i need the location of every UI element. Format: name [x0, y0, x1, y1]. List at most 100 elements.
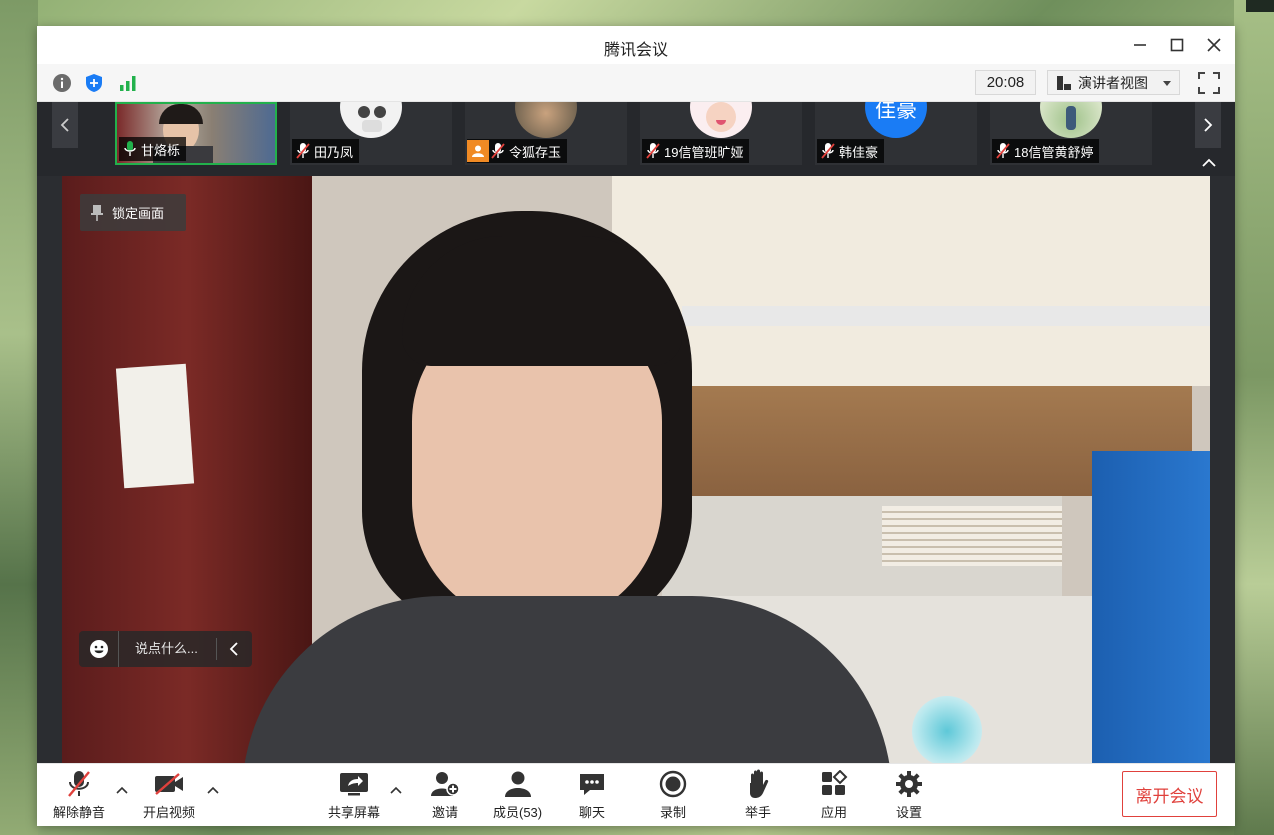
pin-icon [91, 204, 103, 221]
desktop-corner [1246, 0, 1274, 12]
view-mode-select[interactable]: 演讲者视图 [1047, 70, 1180, 95]
chevron-up-icon [207, 786, 219, 794]
camera-off-icon [151, 768, 187, 800]
desktop-background-right [1234, 0, 1274, 835]
meeting-toolbar: 20:08 演讲者视图 [37, 64, 1235, 102]
chevron-up-icon [1202, 158, 1216, 167]
quick-chat-box[interactable]: 说点什么... [79, 631, 252, 667]
video-books [882, 506, 1062, 566]
participant-tile[interactable]: 18信管黄舒婷 [990, 102, 1152, 165]
chevron-right-icon [1204, 118, 1213, 132]
speaker-video: 锁定画面 说点什么... [62, 176, 1210, 763]
record-label: 录制 [659, 805, 686, 820]
close-button[interactable] [1203, 34, 1225, 56]
audio-options-caret[interactable] [114, 782, 130, 798]
participant-tile[interactable]: 佳豪 韩佳豪 [815, 102, 977, 165]
members-button[interactable]: 成员(53) [493, 768, 542, 821]
host-badge-icon [467, 140, 489, 162]
video-bed-rail [682, 306, 1210, 326]
participant-strip: 甘烙栎 田乃凤 令狐存玉 19信管班旷娅 佳豪 韩佳豪 18信管黄舒婷 [37, 102, 1235, 176]
chat-icon [574, 768, 610, 800]
share-screen-label: 共享屏幕 [328, 805, 381, 820]
minimize-icon [1134, 44, 1146, 46]
chevron-up-icon [116, 786, 128, 794]
mic-muted-icon [821, 143, 835, 159]
minimize-button[interactable] [1129, 34, 1151, 56]
avatar [340, 102, 402, 138]
mic-muted-icon [646, 143, 660, 159]
participant-tile[interactable]: 田乃凤 [290, 102, 452, 165]
emoji-icon[interactable] [79, 631, 119, 667]
video-person-bangs [402, 236, 682, 366]
close-icon [1207, 38, 1221, 52]
shield-icon[interactable] [83, 72, 105, 94]
strip-collapse-button[interactable] [1200, 154, 1218, 172]
start-video-button[interactable]: 开启视频 [143, 768, 195, 821]
main-stage: 锁定画面 说点什么... [37, 176, 1235, 763]
chat-label: 聊天 [578, 805, 605, 820]
mic-muted-icon [296, 143, 310, 159]
participant-tile[interactable]: 甘烙栎 [115, 102, 277, 165]
chevron-down-icon [1163, 81, 1171, 86]
avatar-text: 佳豪 [875, 102, 917, 122]
participant-tile[interactable]: 19信管班旷娅 [640, 102, 802, 165]
window-title: 腾讯会议 [603, 42, 668, 59]
video-curtain [612, 176, 1210, 386]
invite-label: 邀请 [431, 805, 458, 820]
hand-icon [740, 768, 776, 800]
mic-on-icon [124, 141, 136, 156]
participant-namebar: 韩佳豪 [817, 139, 885, 163]
fullscreen-icon [1198, 72, 1220, 94]
apps-label: 应用 [820, 805, 847, 820]
chevron-left-icon [229, 642, 238, 656]
video-options-caret[interactable] [205, 782, 221, 798]
share-screen-button[interactable]: 共享屏幕 [328, 768, 380, 821]
view-mode-label: 演讲者视图 [1078, 74, 1148, 91]
participant-name: 甘烙栎 [141, 142, 181, 158]
record-button[interactable]: 录制 [655, 768, 691, 821]
participant-name: 韩佳豪 [839, 144, 879, 160]
participant-namebar: 令狐存玉 [467, 139, 568, 163]
avatar [1040, 102, 1102, 138]
maximize-button[interactable] [1166, 34, 1188, 56]
members-icon [500, 768, 536, 800]
add-user-icon [427, 768, 463, 800]
raise-hand-label: 举手 [744, 805, 771, 820]
participant-name: 18信管黄舒婷 [1014, 144, 1094, 160]
share-screen-icon [336, 768, 372, 800]
chat-placeholder[interactable]: 说点什么... [119, 638, 217, 660]
unmute-button[interactable]: 解除静音 [53, 768, 105, 821]
meeting-window: 腾讯会议 20:08 演讲者视图 甘烙栎 田乃凤 令狐存玉 19信管班旷娅 佳豪… [37, 26, 1235, 826]
raise-hand-button[interactable]: 举手 [740, 768, 776, 821]
chat-collapse-button[interactable] [217, 642, 251, 656]
video-paper [115, 363, 195, 489]
info-icon[interactable] [51, 72, 73, 94]
settings-label: 设置 [895, 805, 922, 820]
strip-next-button[interactable] [1195, 102, 1221, 148]
mic-muted-icon [996, 143, 1010, 159]
avatar [690, 102, 752, 138]
participant-tile[interactable]: 令狐存玉 [465, 102, 627, 165]
mic-muted-icon [61, 768, 97, 800]
maximize-icon [1170, 38, 1184, 52]
settings-button[interactable]: 设置 [891, 768, 927, 821]
leave-meeting-button[interactable]: 离开会议 [1122, 771, 1217, 817]
chevron-up-icon [390, 786, 402, 794]
signal-icon[interactable] [117, 72, 139, 94]
participant-namebar: 18信管黄舒婷 [992, 139, 1100, 163]
control-bar: 解除静音 开启视频 共享屏幕 邀请 成员(53) 聊天 录制 举手 应用 设置 … [37, 763, 1235, 826]
avatar [515, 102, 577, 138]
gear-icon [891, 768, 927, 800]
participant-namebar: 田乃凤 [292, 139, 360, 163]
strip-prev-button[interactable] [52, 102, 78, 148]
participant-name: 田乃凤 [314, 144, 354, 160]
share-options-caret[interactable] [388, 782, 404, 798]
chat-button[interactable]: 聊天 [574, 768, 610, 821]
start-video-label: 开启视频 [143, 805, 196, 820]
fullscreen-button[interactable] [1197, 71, 1221, 95]
invite-button[interactable]: 邀请 [427, 768, 463, 821]
avatar: 佳豪 [865, 102, 927, 138]
apps-button[interactable]: 应用 [816, 768, 852, 821]
participant-namebar: 甘烙栎 [119, 137, 187, 161]
lock-view-button[interactable]: 锁定画面 [80, 194, 186, 231]
